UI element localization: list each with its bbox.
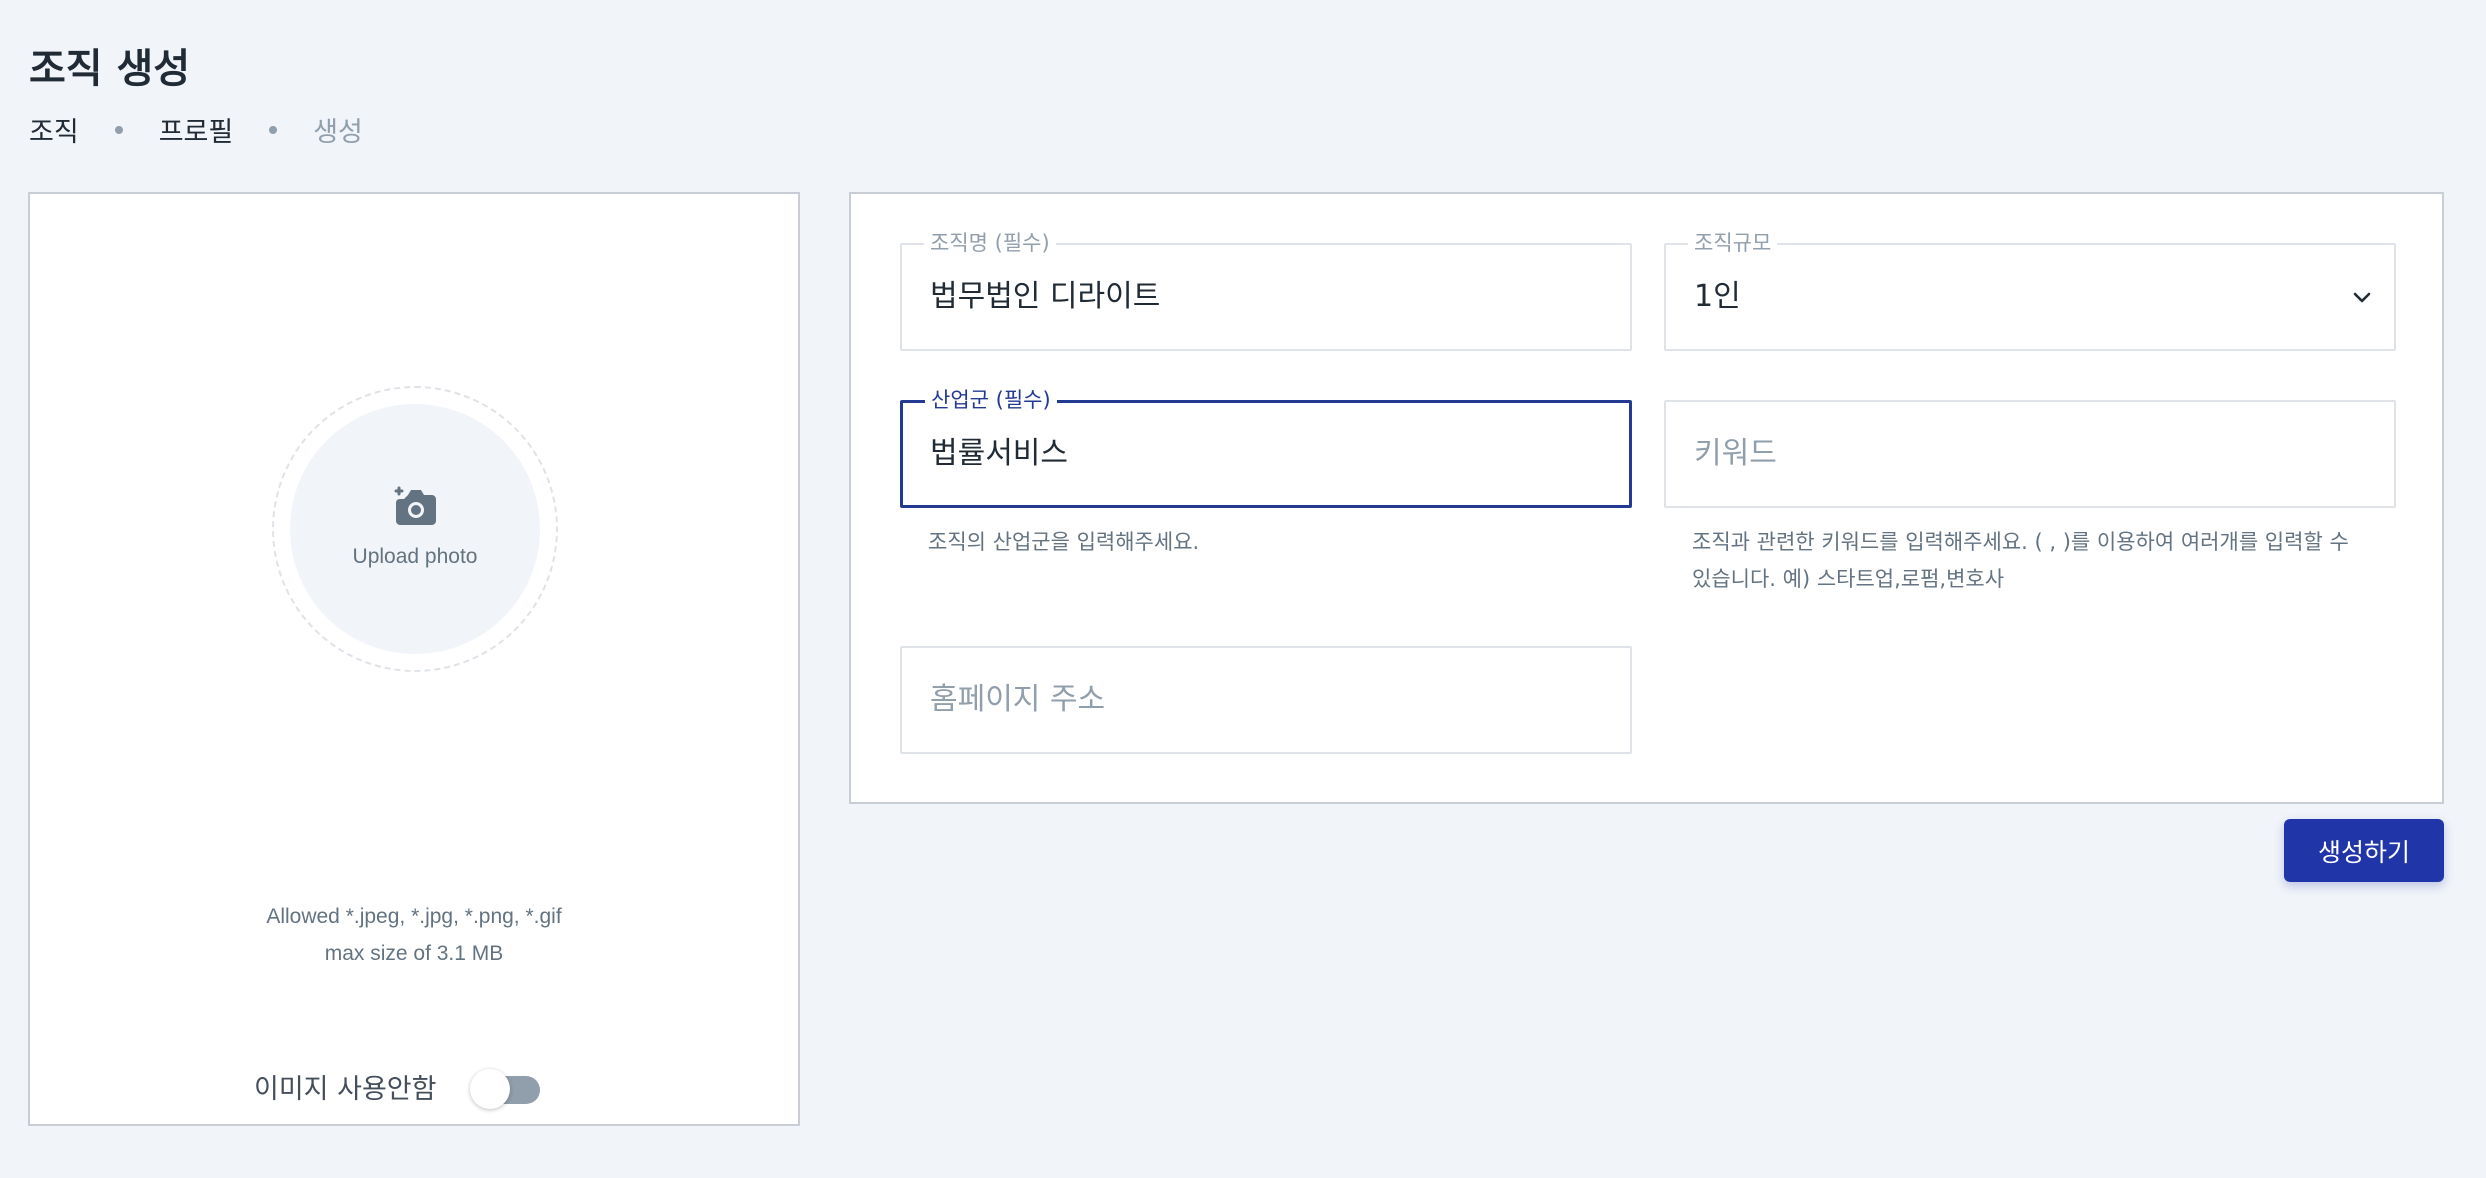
add-photo-icon	[394, 486, 436, 525]
allowed-formats-text: Allowed *.jpeg, *.jpg, *.png, *.gif	[266, 905, 562, 928]
upload-photo-placeholder[interactable]: Upload photo	[290, 404, 540, 654]
keyword-helper-text-line2: 있습니다. 예) 스타트업,로펌,변호사	[1692, 567, 2005, 591]
industry-field[interactable]: 산업군 (필수) 법률서비스	[900, 386, 1632, 508]
breadcrumb: 조직 프로필 생성	[29, 110, 363, 149]
chevron-down-icon	[2353, 292, 2371, 303]
organization-form-card: 조직명 (필수) 법무법인 디라이트 조직규모 1인 산업군 (필수) 법률서비…	[849, 192, 2444, 804]
max-size-text: max size of 3.1 MB	[324, 942, 504, 965]
keyword-field[interactable]: 키워드	[1664, 400, 2396, 508]
org-name-field[interactable]: 조직명 (필수) 법무법인 디라이트	[900, 229, 1632, 351]
disable-image-toggle-row: 이미지 사용안함	[254, 1066, 544, 1109]
org-size-value: 1인	[1694, 279, 1741, 314]
homepage-placeholder: 홈페이지 주소	[930, 682, 1106, 717]
org-size-label: 조직규모	[1688, 229, 1778, 257]
breadcrumb-item-profile[interactable]: 프로필	[159, 110, 234, 149]
create-button[interactable]: 생성하기	[2284, 819, 2444, 882]
industry-value: 법률서비스	[930, 436, 1068, 471]
breadcrumb-item-create: 생성	[313, 117, 363, 148]
photo-card: Upload photo Allowed *.jpeg, *.jpg, *.pn…	[28, 192, 800, 1126]
org-name-label: 조직명 (필수)	[924, 229, 1056, 257]
breadcrumb-separator	[269, 125, 278, 134]
homepage-field[interactable]: 홈페이지 주소	[900, 646, 1632, 754]
disable-image-toggle[interactable]	[470, 1066, 544, 1109]
disable-image-label: 이미지 사용안함	[254, 1073, 437, 1105]
breadcrumb-item-org[interactable]: 조직	[29, 110, 79, 149]
upload-photo-dropzone[interactable]: Upload photo	[272, 386, 558, 672]
page-title: 조직 생성	[29, 46, 191, 92]
breadcrumb-separator	[114, 125, 123, 134]
keyword-placeholder: 키워드	[1694, 436, 1777, 471]
org-size-select[interactable]: 조직규모 1인	[1664, 229, 2396, 351]
industry-helper-text: 조직의 산업군을 입력해주세요.	[928, 530, 1200, 554]
org-name-value: 법무법인 디라이트	[930, 279, 1161, 314]
upload-photo-label: Upload photo	[352, 545, 478, 568]
industry-label: 산업군 (필수)	[925, 386, 1057, 414]
keyword-helper-text-line1: 조직과 관련한 키워드를 입력해주세요. ( , )를 이용하여 여러개를 입력…	[1692, 530, 2349, 554]
